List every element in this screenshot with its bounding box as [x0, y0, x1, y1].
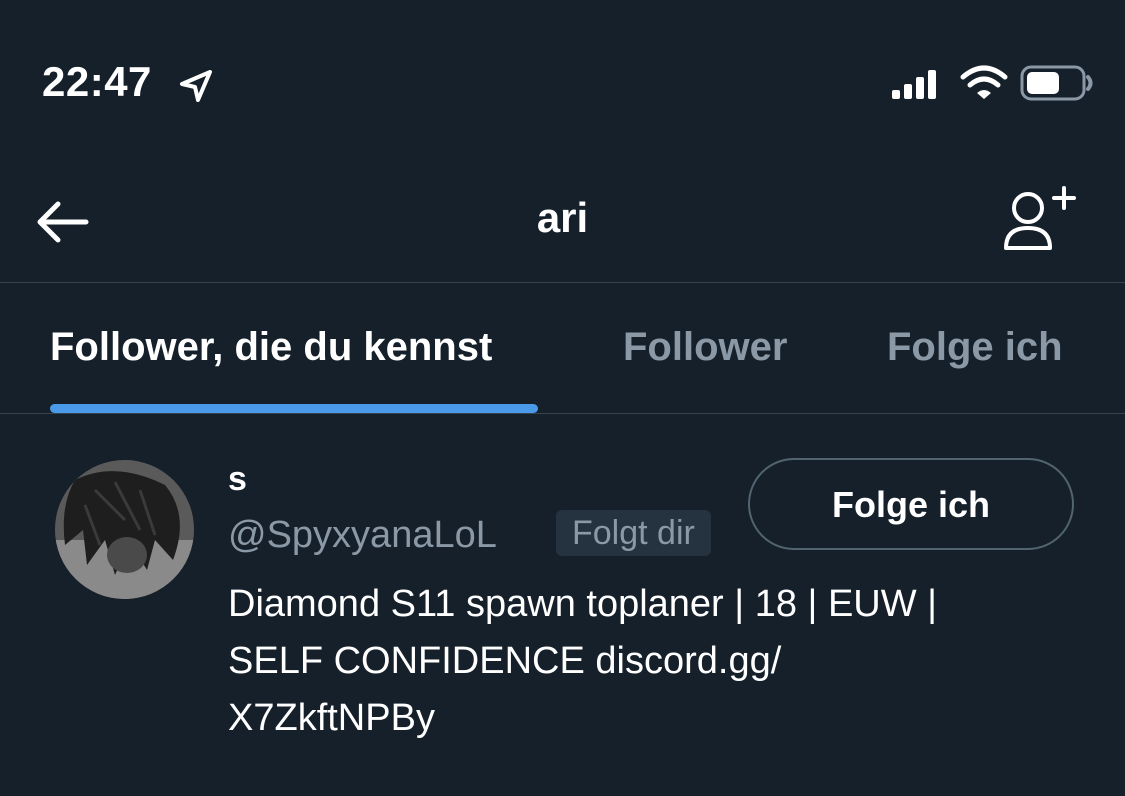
following-button[interactable]: Folge ich — [748, 458, 1074, 550]
status-bar: 22:47 — [0, 0, 1125, 160]
status-time: 22:47 — [42, 58, 152, 105]
bio-text: SELF CONFIDENCE — [228, 640, 596, 682]
bio-line: Diamond S11 spawn toplaner | 18 | EUW | — [228, 583, 938, 625]
user-bio: Diamond S11 spawn toplaner | 18 | EUW | … — [228, 576, 1068, 747]
cellular-signal-icon — [892, 70, 936, 99]
nav-bar: ari — [0, 160, 1125, 282]
active-tab-indicator — [50, 404, 538, 413]
wifi-icon — [960, 65, 1008, 99]
tab-following[interactable]: Folge ich — [887, 325, 1063, 370]
add-user-icon[interactable] — [996, 182, 1084, 254]
tab-followers[interactable]: Follower — [623, 325, 787, 370]
location-arrow-icon — [180, 70, 212, 102]
avatar[interactable] — [55, 460, 194, 599]
tab-bar: Follower, die du kennst Follower Folge i… — [0, 283, 1125, 413]
display-name[interactable]: s — [228, 460, 247, 499]
bio-link[interactable]: discord.gg/ — [595, 640, 781, 682]
page-title: ari — [536, 194, 589, 241]
user-handle[interactable]: @SpyxyanaLoL — [228, 514, 497, 557]
bio-link[interactable]: X7ZkftNPBy — [228, 690, 1068, 747]
follows-you-badge: Folgt dir — [556, 510, 711, 556]
bio-line: SELF CONFIDENCE discord.gg/ — [228, 633, 1068, 690]
avatar-image — [55, 460, 194, 599]
tab-followers-you-know[interactable]: Follower, die du kennst — [50, 325, 492, 370]
battery-icon — [1020, 65, 1093, 101]
list-item[interactable]: s @SpyxyanaLoL Folgt dir Folge ich Diamo… — [0, 414, 1125, 796]
